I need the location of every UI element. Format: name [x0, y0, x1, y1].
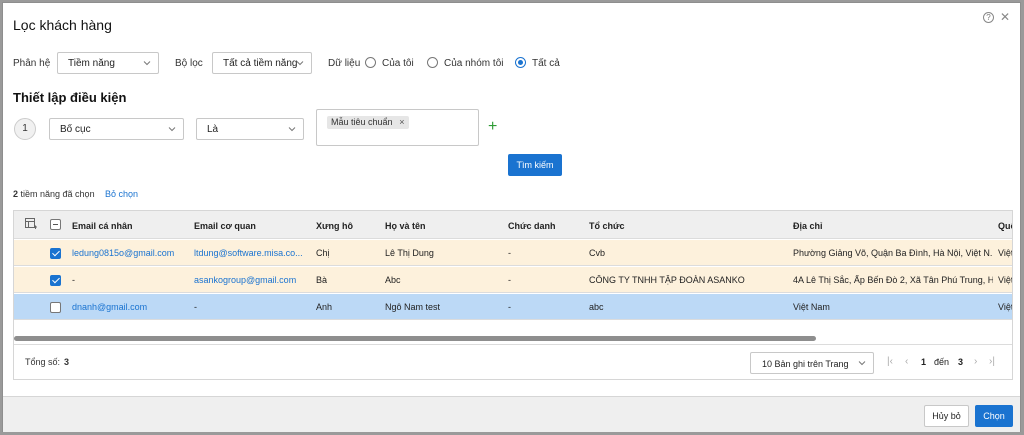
choose-button[interactable]: Chọn — [975, 405, 1013, 427]
condition-operator-select[interactable]: Là — [196, 118, 304, 140]
radio-mine[interactable] — [365, 57, 376, 68]
table-row[interactable]: dnanh@gmail.com - Anh Ngô Nam test - abc… — [14, 294, 1012, 320]
last-page-icon[interactable]: ›| — [989, 356, 995, 367]
dialog-title: Lọc khách hàng — [13, 17, 112, 33]
chevron-down-icon — [296, 61, 304, 66]
email-cell[interactable]: dnanh@gmail.com — [72, 302, 190, 312]
condition-tag-label: Mẫu tiêu chuẩn — [331, 117, 393, 127]
job-title-cell: - — [508, 275, 511, 285]
column-header[interactable]: Quốc — [998, 221, 1012, 231]
row-checkbox[interactable] — [50, 275, 61, 286]
filter-row: Phân hệ Tiềm năng Bộ lọc Tất cả tiềm năn… — [13, 52, 1020, 76]
salutation-cell: Chị — [316, 248, 330, 258]
tag-remove-icon[interactable]: × — [399, 116, 404, 129]
horizontal-scrollbar[interactable] — [14, 336, 816, 341]
total-label: Tổng số: — [25, 357, 61, 367]
condition-operator-value: Là — [207, 124, 219, 135]
country-cell: Việt — [998, 248, 1013, 258]
address-cell: Phường Giảng Võ, Quận Ba Đình, Hà Nội, V… — [793, 248, 993, 258]
job-title-cell: - — [508, 302, 511, 312]
filter-select[interactable]: Tất cả tiềm năng — [212, 52, 312, 74]
column-header[interactable]: Họ và tên — [385, 221, 426, 231]
filter-label: Bộ lọc — [175, 58, 203, 69]
organization-cell: CÔNG TY TNHH TẬP ĐOÀN ASANKO — [589, 275, 745, 285]
radio-my-group-label: Của nhóm tôi — [444, 58, 504, 69]
table-row[interactable]: ledung0815o@gmail.com ltdung@software.mi… — [14, 240, 1012, 266]
name-cell: Lê Thị Dung — [385, 248, 434, 258]
select-all-checkbox[interactable] — [50, 219, 61, 230]
chevron-down-icon — [288, 127, 296, 132]
results-table: Email cá nhân Email cơ quan Xưng hô Họ v… — [13, 210, 1013, 380]
unselect-link[interactable]: Bỏ chọn — [105, 189, 138, 199]
dialog-actions: ? ✕ — [982, 11, 1010, 23]
selection-count: 2 tiềm năng đã chọn — [13, 189, 95, 199]
page-from: 1 — [921, 357, 927, 367]
data-scope-label: Dữ liệu — [328, 58, 361, 69]
job-title-cell: - — [508, 248, 511, 258]
name-cell: Ngô Nam test — [385, 302, 441, 312]
cancel-button[interactable]: Hủy bỏ — [924, 405, 969, 427]
email-cell[interactable]: ledung0815o@gmail.com — [72, 248, 190, 258]
column-settings-icon[interactable] — [25, 218, 37, 230]
filter-customer-dialog: Lọc khách hàng ? ✕ Phân hệ Tiềm năng Bộ … — [2, 2, 1021, 432]
organization-cell: abc — [589, 302, 604, 312]
column-header[interactable]: Địa chỉ — [793, 221, 823, 231]
row-checkbox[interactable] — [50, 248, 61, 259]
table-footer: Tổng số: 3 10 Bản ghi trên Trang |‹ ‹ 1 đ… — [14, 344, 1012, 379]
work-email-cell: - — [194, 302, 197, 312]
row-checkbox[interactable] — [50, 302, 61, 313]
country-cell: Việt — [998, 275, 1013, 285]
salutation-cell: Anh — [316, 302, 333, 312]
column-header[interactable]: Tổ chức — [589, 221, 625, 231]
condition-tag: Mẫu tiêu chuẩn × — [327, 116, 409, 129]
country-cell: Việt — [998, 302, 1013, 312]
conditions-heading: Thiết lập điều kiện — [13, 90, 127, 105]
selection-count-text: tiềm năng đã chọn — [18, 189, 95, 199]
condition-field-value: Bố cục — [60, 124, 91, 135]
filter-select-value: Tất cả tiềm năng — [223, 58, 298, 69]
column-header[interactable]: Email cơ quan — [194, 221, 256, 231]
address-cell: Việt Nam — [793, 302, 830, 312]
module-label: Phân hệ — [13, 58, 51, 69]
address-cell: 4A Lê Thị Sắc, Ấp Bến Đò 2, Xã Tân Phú T… — [793, 275, 993, 285]
work-email-cell[interactable]: asankogroup@gmail.com — [194, 275, 310, 285]
prev-page-icon[interactable]: ‹ — [905, 356, 908, 367]
total-value: 3 — [64, 357, 70, 367]
condition-step-number: 1 — [14, 118, 36, 140]
radio-my-group[interactable] — [427, 57, 438, 68]
table-header: Email cá nhân Email cơ quan Xưng hô Họ v… — [14, 211, 1012, 239]
page-size-value: 10 Bản ghi trên Trang — [762, 359, 849, 369]
module-select[interactable]: Tiềm năng — [57, 52, 159, 74]
name-cell: Abc — [385, 275, 401, 285]
add-condition-icon[interactable]: + — [488, 119, 497, 135]
module-select-value: Tiềm năng — [68, 58, 115, 69]
work-email-cell[interactable]: ltdung@software.misa.co... — [194, 248, 310, 258]
condition-value-tagbox[interactable]: Mẫu tiêu chuẩn × — [316, 109, 479, 146]
page-to: 3 — [958, 357, 964, 367]
first-page-icon[interactable]: |‹ — [887, 356, 893, 367]
page-to-label: đến — [934, 357, 950, 367]
condition-field-select[interactable]: Bố cục — [49, 118, 184, 140]
close-icon[interactable]: ✕ — [1000, 11, 1010, 23]
column-header[interactable]: Xưng hô — [316, 221, 353, 231]
chevron-down-icon — [143, 61, 151, 66]
radio-mine-label: Của tôi — [382, 58, 414, 69]
radio-all-label: Tất cả — [532, 58, 560, 69]
total-count: Tổng số: 3 — [25, 357, 69, 367]
email-cell: - — [72, 275, 75, 285]
chevron-down-icon — [858, 361, 866, 366]
page-size-select[interactable]: 10 Bản ghi trên Trang — [750, 352, 874, 374]
organization-cell: Cvb — [589, 248, 606, 258]
search-button[interactable]: Tìm kiếm — [508, 154, 562, 176]
next-page-icon[interactable]: › — [974, 356, 977, 367]
dialog-footer: Hủy bỏ Chọn — [3, 396, 1020, 432]
chevron-down-icon — [168, 127, 176, 132]
help-icon[interactable]: ? — [982, 12, 994, 23]
column-header[interactable]: Email cá nhân — [72, 221, 133, 231]
table-row[interactable]: - asankogroup@gmail.com Bà Abc - CÔNG TY… — [14, 267, 1012, 293]
salutation-cell: Bà — [316, 275, 328, 285]
column-header[interactable]: Chức danh — [508, 221, 556, 231]
radio-all[interactable] — [515, 57, 526, 68]
